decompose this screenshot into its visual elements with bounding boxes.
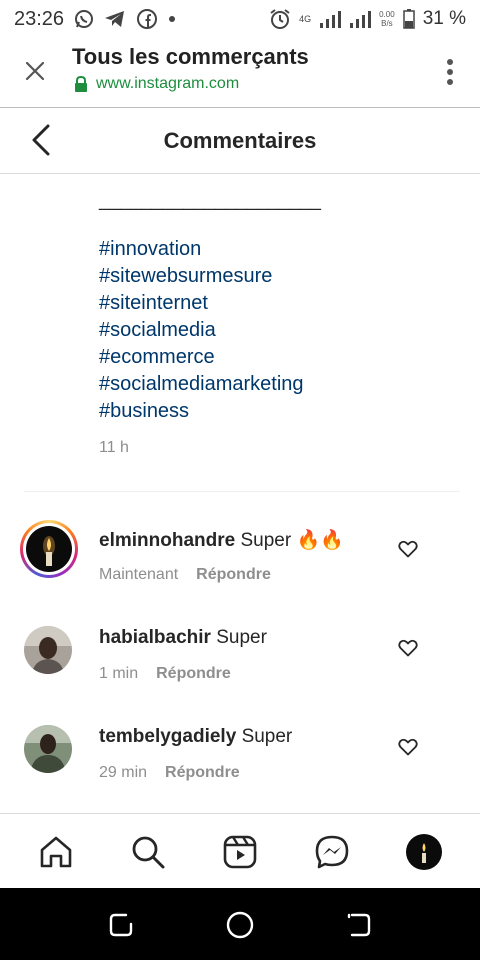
clock: 23:26	[14, 7, 65, 30]
comment-text: Super	[216, 627, 267, 648]
search-icon[interactable]	[130, 834, 166, 870]
signal-icon	[320, 11, 342, 28]
more-options-icon[interactable]	[446, 58, 454, 86]
post-caption: _____________________ #innovation #sitew…	[99, 176, 469, 457]
battery-icon	[402, 9, 415, 29]
caption-divider: _____________________	[99, 190, 321, 211]
comment-body: habialbachir Super	[99, 627, 267, 649]
avatar[interactable]	[20, 520, 78, 578]
story-ring	[20, 520, 78, 578]
close-icon[interactable]	[20, 56, 50, 86]
comment-body: tembelygadiely Super	[99, 726, 292, 748]
comment-item: habialbachir Super 1 min Répondre	[0, 617, 480, 707]
comment-meta: 29 min Répondre	[99, 764, 240, 782]
comment-body: elminnohandre Super 🔥🔥	[99, 528, 344, 552]
hashtag-link[interactable]: #sitewebsurmesure	[99, 263, 469, 290]
reply-button[interactable]: Répondre	[165, 764, 240, 782]
lock-icon	[75, 76, 87, 92]
comment-meta: Maintenant Répondre	[99, 566, 271, 584]
candle-icon	[43, 536, 55, 566]
comments-header: Commentaires	[0, 108, 480, 174]
hashtag-link[interactable]: #siteinternet	[99, 290, 469, 317]
avatar[interactable]	[24, 626, 72, 674]
back-button-icon[interactable]	[344, 910, 374, 940]
hashtag-link[interactable]: #innovation	[99, 236, 469, 263]
hashtag-link[interactable]: #socialmedia	[99, 317, 469, 344]
like-heart-icon[interactable]	[398, 639, 418, 657]
like-heart-icon[interactable]	[398, 738, 418, 756]
comment-meta: 1 min Répondre	[99, 665, 231, 683]
telegram-icon	[105, 11, 125, 27]
comment-username[interactable]: elminnohandre	[99, 530, 235, 551]
custom-tab-header: Tous les commerçants www.instagram.com	[0, 38, 480, 108]
comment-item: tembelygadiely Super 29 min Répondre	[0, 716, 480, 806]
section-divider	[24, 491, 460, 492]
comment-time: Maintenant	[99, 566, 179, 583]
avatar[interactable]	[24, 725, 72, 773]
reply-button[interactable]: Répondre	[196, 566, 271, 584]
signal-icon	[350, 11, 372, 28]
home-icon[interactable]	[38, 834, 74, 870]
url-bar[interactable]: www.instagram.com	[74, 75, 239, 93]
home-button-icon[interactable]	[225, 910, 255, 940]
hashtag-list: #innovation #sitewebsurmesure #siteinter…	[99, 236, 469, 425]
comment-username[interactable]: habialbachir	[99, 627, 211, 648]
net-speed: 0.00 B/s	[379, 10, 395, 28]
comment-username[interactable]: tembelygadiely	[99, 726, 236, 747]
status-bar: 23:26 4G 0.00 B/s 31 %	[0, 0, 480, 38]
network-type: 4G	[299, 14, 312, 24]
url-text: www.instagram.com	[96, 75, 240, 92]
comment-text: Super 🔥🔥	[240, 530, 344, 551]
comment-text: Super	[241, 726, 293, 747]
hashtag-link[interactable]: #ecommerce	[99, 344, 469, 371]
recent-apps-icon[interactable]	[106, 910, 136, 940]
comment-time: 1 min	[99, 665, 139, 682]
battery-level: 31 %	[422, 8, 466, 29]
hashtag-link[interactable]: #business	[99, 398, 469, 425]
user-photo	[24, 725, 72, 773]
like-heart-icon[interactable]	[398, 540, 418, 558]
comment-time: 29 min	[99, 764, 148, 781]
caption-timestamp: 11 h	[99, 439, 129, 456]
reels-icon[interactable]	[222, 834, 258, 870]
facebook-icon	[137, 9, 158, 29]
reply-button[interactable]: Répondre	[156, 665, 231, 683]
user-photo	[24, 626, 72, 674]
bottom-navigation	[0, 813, 480, 889]
system-navigation-bar	[0, 888, 480, 960]
profile-avatar[interactable]	[406, 834, 442, 870]
dot-icon	[169, 16, 176, 22]
hashtag-link[interactable]: #socialmediamarketing	[99, 371, 469, 398]
whatsapp-icon	[75, 10, 94, 28]
comment-item: elminnohandre Super 🔥🔥 Maintenant Répond…	[0, 518, 480, 608]
header-title: Commentaires	[163, 128, 317, 153]
page-title: Tous les commerçants	[72, 44, 309, 69]
alarm-icon	[270, 9, 290, 29]
messenger-icon[interactable]	[314, 834, 350, 870]
